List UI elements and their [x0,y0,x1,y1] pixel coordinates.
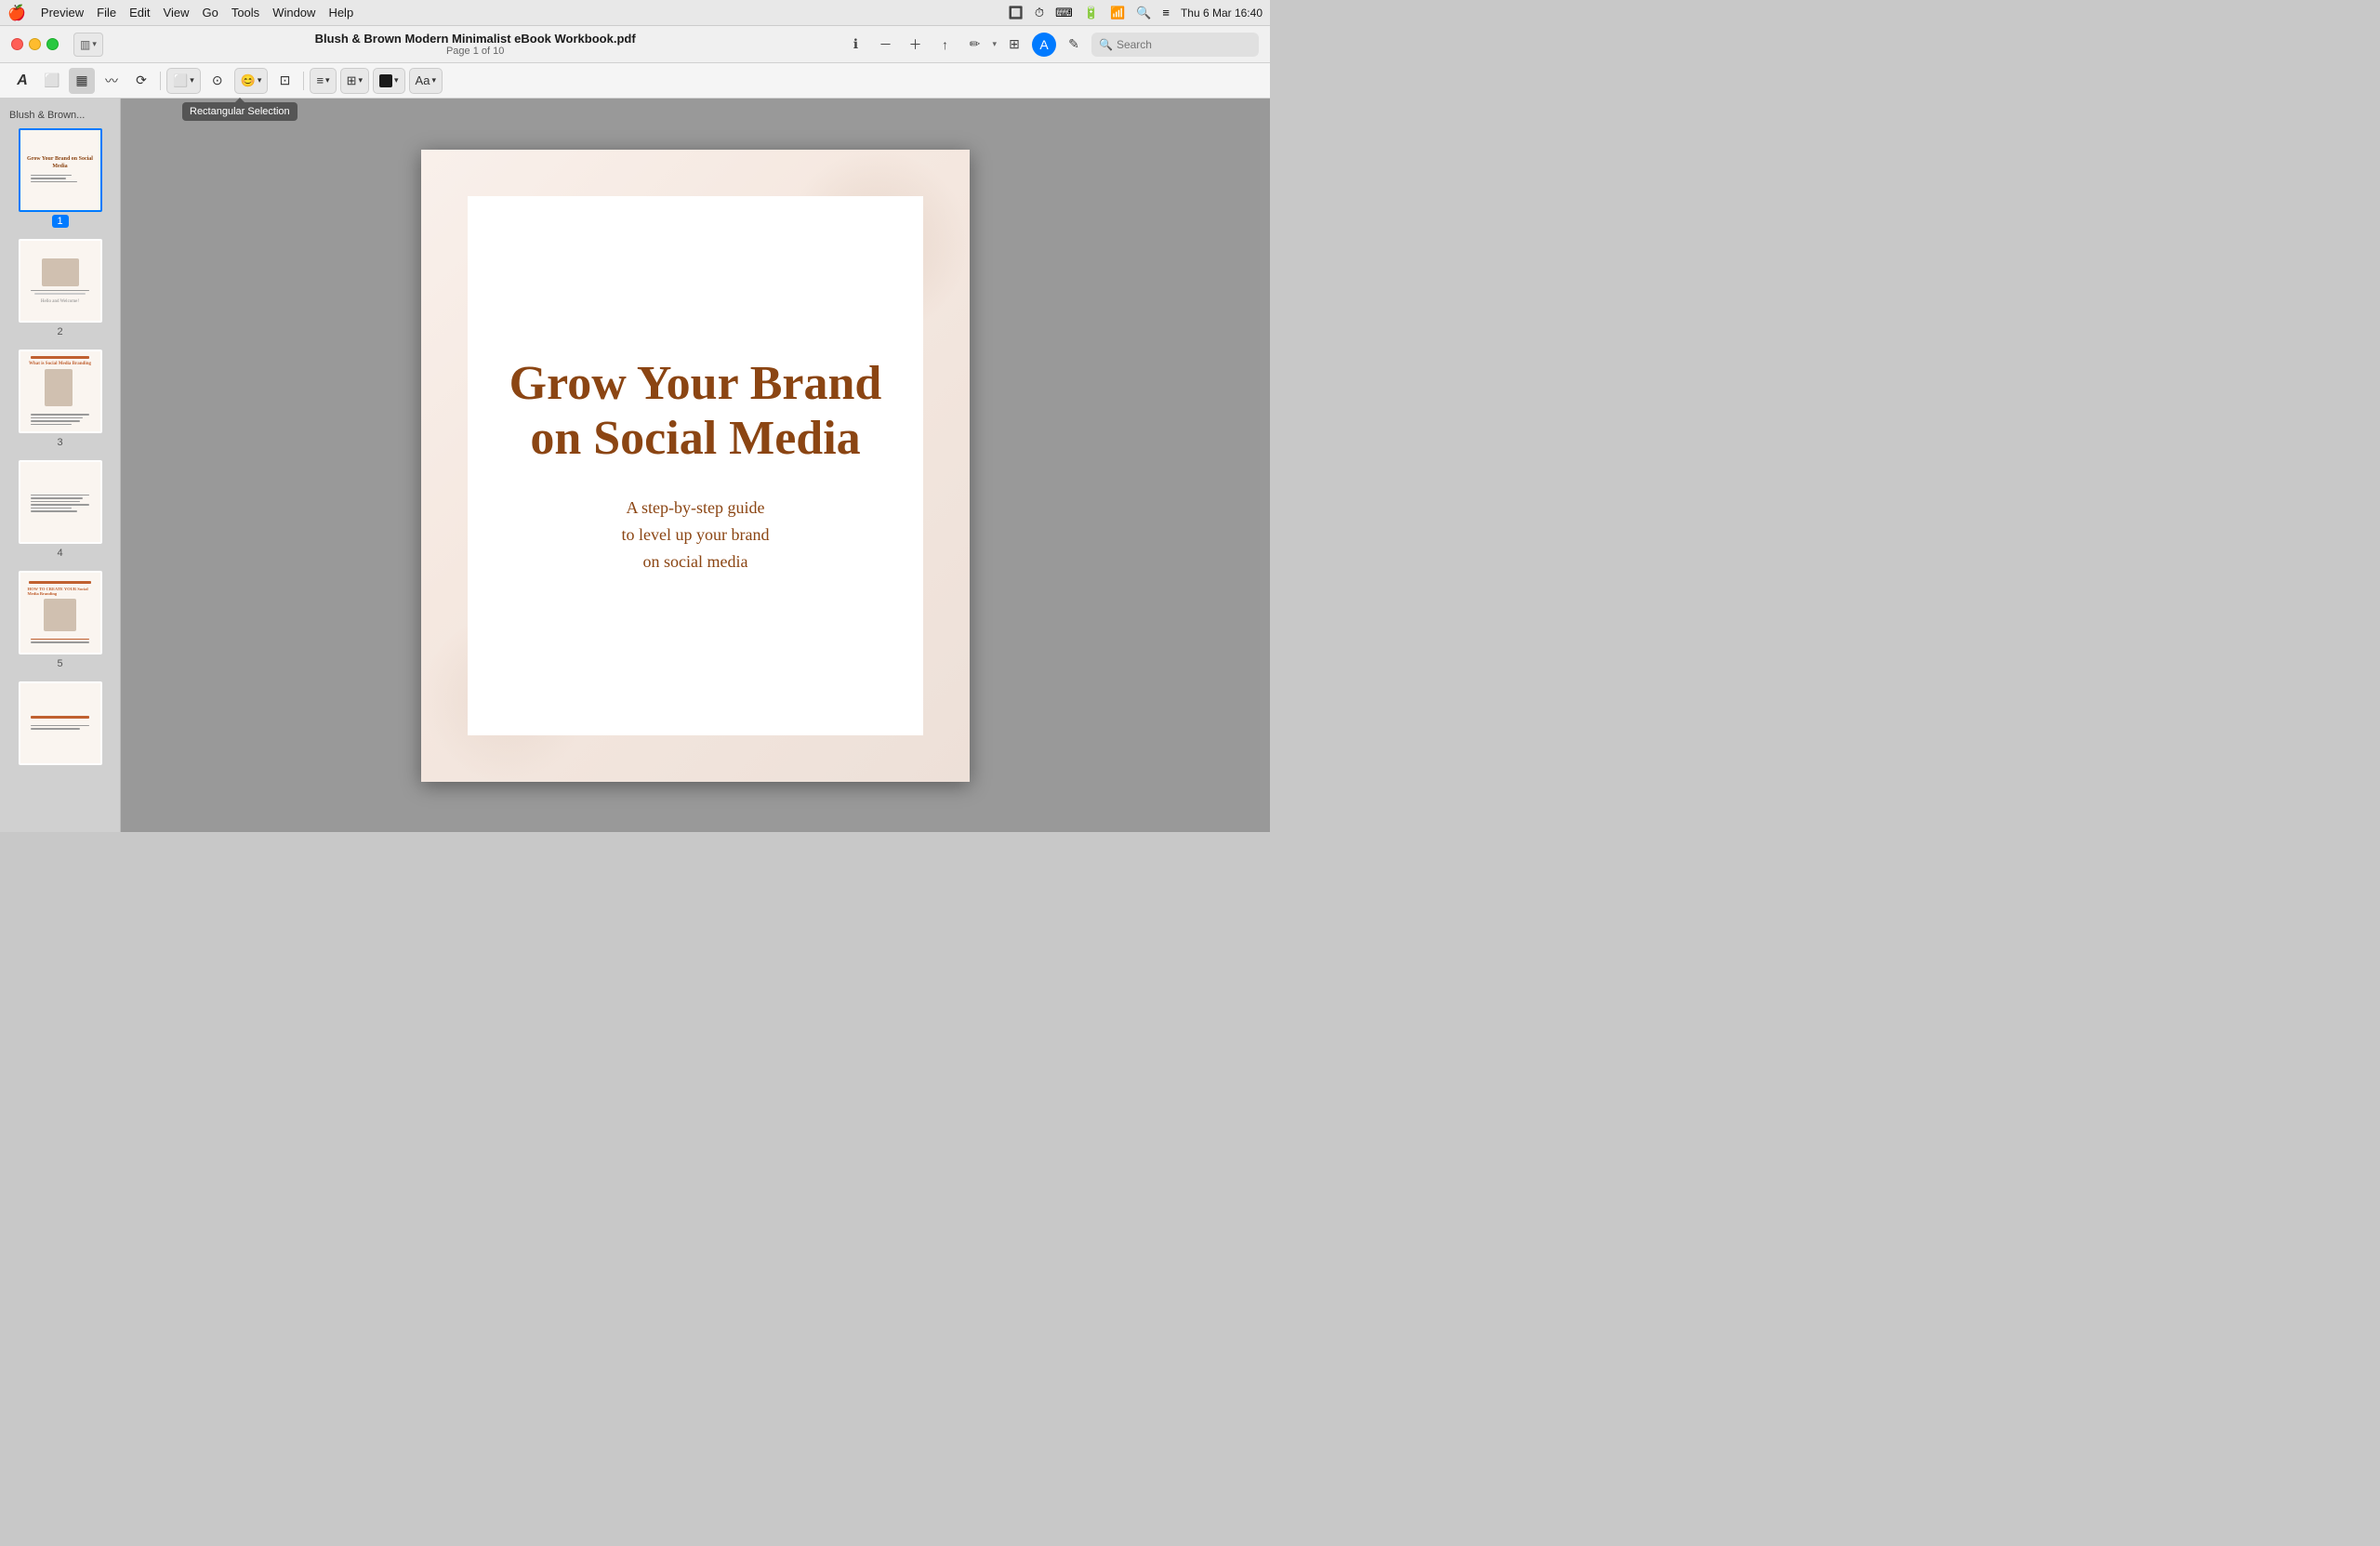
note-button[interactable]: ✎ [1062,33,1086,57]
style-button[interactable]: ⊞▾ [341,69,368,93]
pdf-subtitle: A step-by-step guide to level up your br… [622,495,770,575]
page-num-4: 4 [52,547,69,560]
search-icon: 🔍 [1099,38,1113,51]
toolbar: A ⬜ ▦ 〰 ⟳ ⬜▾ ⊙ 😊▾ ⊡ ≡▾ ⊞▾ ▾ Aa▾ [0,63,1270,99]
pdf-subtitle-line1: A step-by-step guide [627,498,765,517]
pdf-inner-white-page: Grow Your Brand on Social Media A step-b… [468,196,923,735]
info-button[interactable]: ℹ [843,33,867,57]
menu-tools[interactable]: Tools [231,6,259,20]
lasso-select-button[interactable]: 〰 [99,68,125,94]
align-group: ≡▾ [310,68,336,94]
menu-file[interactable]: File [97,6,116,20]
zoom-out-button[interactable]: － [873,33,897,57]
sidebar-thumbnails[interactable]: Blush & Brown... Grow Your Brand on Soci… [0,99,121,832]
shapes-button[interactable]: ⬜▾ [167,69,200,93]
thumbnail-page-4[interactable]: 4 [6,460,114,560]
time-machine-icon[interactable]: ⏱ [1035,6,1044,20]
adjust-button[interactable]: ⊙ [205,68,231,94]
thumbnail-wrapper-6 [19,681,102,765]
search-box[interactable]: 🔍 [1091,33,1259,57]
color-group: ▾ [373,68,405,94]
keyboard-icon[interactable]: ⌨ [1055,6,1073,20]
titlebar: ▥ ▾ Blush & Brown Modern Minimalist eBoo… [0,26,1270,63]
pdf-main-title: Grow Your Brand on Social Media [505,356,886,468]
sidebar-document-name: Blush & Brown... [6,106,114,128]
main-layout: Blush & Brown... Grow Your Brand on Soci… [0,99,1270,832]
apple-menu[interactable]: 🍎 [7,4,26,22]
font-group: Aa▾ [409,68,443,94]
thumbnail-wrapper-2: Hello and Welcome! [19,239,102,323]
page-num-3: 3 [52,436,69,449]
menu-edit[interactable]: Edit [129,6,150,20]
toolbar-sep-1 [160,72,161,90]
control-center-icon[interactable]: 🔲 [1009,6,1024,20]
rectangular-selection-button[interactable]: ▦ [69,68,95,94]
zoom-in-button[interactable]: ＋ [903,33,927,57]
page-num-1: 1 [52,215,69,228]
thumbnail-wrapper-1: Grow Your Brand on Social Media [19,128,102,212]
search-menubar-icon[interactable]: 🔍 [1136,6,1151,20]
pdf-subtitle-line3: on social media [643,552,748,571]
thumbnail-wrapper-5: HOW TO CREATE YOUR Social Media Branding [19,571,102,654]
color-button[interactable]: ▾ [374,69,404,93]
menubar: 🍎 Preview File Edit View Go Tools Window… [0,0,1270,26]
rectangle-select-button[interactable]: ⬜ [39,68,65,94]
thumbnail-page-5[interactable]: HOW TO CREATE YOUR Social Media Branding… [6,571,114,670]
document-filename: Blush & Brown Modern Minimalist eBook Wo… [114,32,837,46]
style-group: ⊞▾ [340,68,369,94]
document-title-info: Blush & Brown Modern Minimalist eBook Wo… [114,32,837,57]
titlebar-actions: ℹ － ＋ ↑ ✏ ▾ ⊞ A ✎ 🔍 [843,33,1259,57]
minimize-window-button[interactable] [29,38,41,50]
menu-preview[interactable]: Preview [41,6,84,20]
menu-view[interactable]: View [164,6,190,20]
markup-button[interactable]: ✏ [962,33,986,57]
crop-tool-button[interactable]: ⊡ [271,68,298,94]
document-pageinfo: Page 1 of 10 [114,46,837,57]
toolbar-sep-2 [303,72,304,90]
highlight-button[interactable]: A [1032,33,1056,57]
thumbnail-wrapper-4 [19,460,102,544]
pdf-content-area: Grow Your Brand on Social Media A step-b… [121,99,1270,832]
sidebar-toggle-button[interactable]: ▥ ▾ [73,33,103,57]
thumbnail-wrapper-3: What is Social Media Branding [19,350,102,433]
datetime-display: Thu 6 Mar 16:40 [1181,7,1263,20]
pdf-page: Grow Your Brand on Social Media A step-b… [421,150,970,782]
thumbnail-page-3[interactable]: What is Social Media Branding 3 [6,350,114,449]
crop-button[interactable]: ⊞ [1002,33,1026,57]
thumbnail-page-1[interactable]: Grow Your Brand on Social Media 1 [6,128,114,228]
font-button[interactable]: Aa▾ [410,69,442,93]
menu-help[interactable]: Help [328,6,353,20]
page-num-2: 2 [52,325,69,338]
align-button[interactable]: ≡▾ [311,69,335,93]
smart-lasso-button[interactable]: ⟳ [128,68,154,94]
notification-icon[interactable]: ≡ [1162,6,1170,20]
pdf-subtitle-line2: to level up your brand [622,525,770,544]
share-button[interactable]: ↑ [932,33,957,57]
menu-go[interactable]: Go [202,6,218,20]
menu-window[interactable]: Window [272,6,315,20]
window-controls [11,38,59,50]
text-tool-button[interactable]: A [9,68,35,94]
thumbnail-page-2[interactable]: Hello and Welcome! 2 [6,239,114,338]
close-window-button[interactable] [11,38,23,50]
search-input[interactable] [1117,38,1251,51]
thumbnail-page-6[interactable] [6,681,114,765]
page-num-5: 5 [52,657,69,670]
wifi-icon[interactable]: 📶 [1110,6,1125,20]
fullscreen-window-button[interactable] [46,38,59,50]
annotation-button[interactable]: 😊▾ [235,69,268,93]
shape-tools-group: ⬜▾ [166,68,201,94]
annotation-group: 😊▾ [234,68,269,94]
battery-icon[interactable]: 🔋 [1084,6,1099,20]
